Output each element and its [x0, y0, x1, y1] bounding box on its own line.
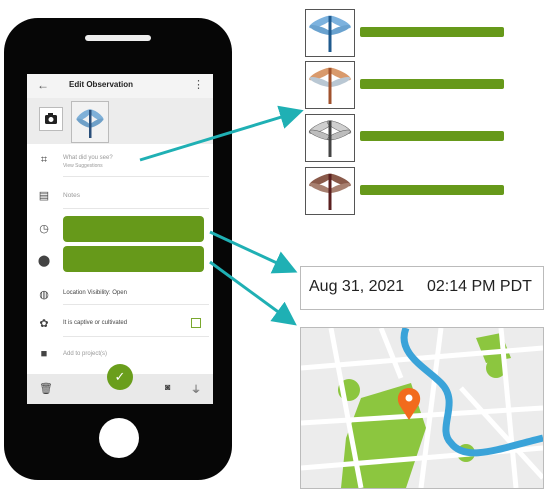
arrow-to-map: [209, 260, 297, 326]
arrow-to-date: [209, 230, 298, 274]
arrow-to-suggestions: [139, 105, 304, 162]
connector-arrows: [139, 105, 304, 326]
